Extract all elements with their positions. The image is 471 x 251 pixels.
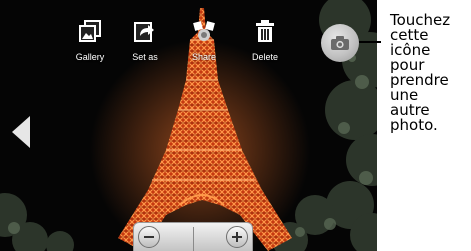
photo-viewer-screen: Gallery Set as Share Delete bbox=[0, 0, 377, 251]
set-as-icon bbox=[134, 22, 154, 42]
callout-line-8: photo. bbox=[390, 116, 438, 134]
zoom-out-icon bbox=[144, 236, 154, 238]
share-button[interactable]: Share bbox=[172, 18, 236, 70]
camera-callout-text: Touchez cette icône pour prendre une aut… bbox=[390, 13, 470, 133]
callout-pointer bbox=[359, 41, 381, 43]
chevron-left-icon[interactable] bbox=[10, 114, 32, 150]
trash-icon bbox=[256, 20, 274, 42]
share-icon bbox=[193, 21, 215, 41]
set-as-button[interactable]: Set as bbox=[113, 18, 177, 70]
camera-button[interactable] bbox=[321, 24, 359, 62]
zoom-in-icon bbox=[232, 232, 242, 242]
delete-button[interactable]: Delete bbox=[233, 18, 297, 70]
zoom-in-button[interactable] bbox=[226, 226, 248, 248]
share-label: Share bbox=[191, 52, 217, 62]
zoom-control bbox=[133, 222, 253, 251]
zoom-out-button[interactable] bbox=[138, 226, 160, 248]
camera-icon bbox=[331, 36, 349, 50]
delete-label: Delete bbox=[251, 52, 278, 62]
gallery-icon bbox=[79, 20, 101, 42]
zoom-divider bbox=[193, 227, 194, 251]
gallery-label: Gallery bbox=[75, 52, 105, 62]
set-as-label: Set as bbox=[132, 52, 158, 62]
